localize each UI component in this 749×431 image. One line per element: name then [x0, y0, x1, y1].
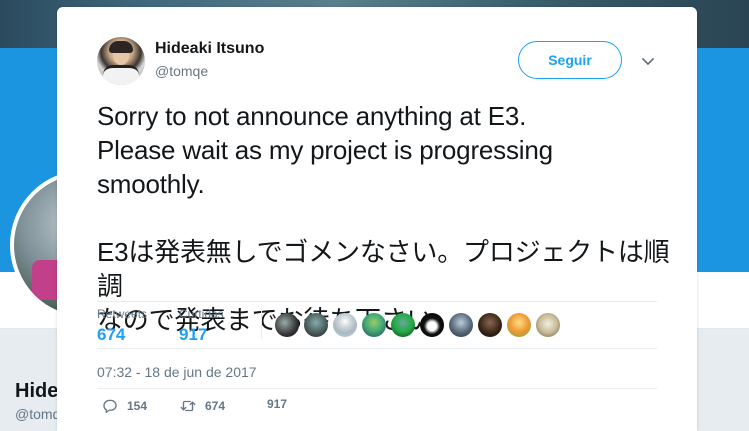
author-avatar[interactable]: [97, 37, 145, 85]
retweets-label: Retweets: [97, 307, 148, 321]
liker-avatar[interactable]: [362, 313, 386, 337]
liker-avatars: [275, 313, 560, 337]
author-handle[interactable]: @tomqe: [155, 63, 208, 79]
liker-avatar[interactable]: [478, 313, 502, 337]
retweet-count: 674: [205, 399, 226, 413]
retweet-icon: [180, 400, 196, 412]
liker-avatar[interactable]: [536, 313, 560, 337]
tweet-text-line: Sorry to not announce anything at E3.: [97, 101, 527, 131]
liker-avatar[interactable]: [507, 313, 531, 337]
divider: [97, 301, 657, 302]
retweets-stat[interactable]: Retweets 674: [97, 307, 147, 345]
retweet-button[interactable]: 674: [179, 397, 225, 415]
stats-separator: [261, 309, 262, 339]
retweets-count: 674: [97, 325, 126, 344]
profile-handle: @tomq: [15, 406, 61, 422]
liker-avatar[interactable]: [333, 313, 357, 337]
reply-icon: [103, 399, 117, 414]
divider: [97, 348, 657, 349]
likes-label: Curtidas: [179, 307, 224, 321]
author-name[interactable]: Hideaki Itsuno: [155, 40, 264, 58]
liker-avatar[interactable]: [391, 313, 415, 337]
liker-avatar[interactable]: [420, 313, 444, 337]
likes-stat[interactable]: Curtidas 917: [179, 307, 224, 345]
tweet-text-line: smoothly.: [97, 169, 205, 199]
reply-button[interactable]: 154: [101, 397, 147, 415]
tweet-timestamp[interactable]: 07:32 - 18 de jun de 2017: [97, 364, 257, 380]
like-count: 917: [267, 397, 288, 411]
tweet-modal: Hideaki Itsuno @tomqe Seguir Sorry to no…: [57, 7, 697, 431]
follow-button[interactable]: Seguir: [518, 41, 622, 79]
liker-avatar[interactable]: [449, 313, 473, 337]
liker-avatar[interactable]: [275, 313, 299, 337]
like-button[interactable]: 917: [267, 397, 287, 411]
liker-avatar[interactable]: [304, 313, 328, 337]
likes-count: 917: [179, 325, 208, 344]
tweet-text-line: Please wait as my project is progressing: [97, 135, 553, 165]
tweet-text-line: E3は発表無しでゴメンなさい。プロジェクトは順調: [97, 237, 670, 301]
reply-count: 154: [127, 399, 148, 413]
chevron-down-icon[interactable]: [640, 53, 656, 69]
profile-name: Hide: [15, 380, 59, 402]
divider: [97, 388, 657, 389]
